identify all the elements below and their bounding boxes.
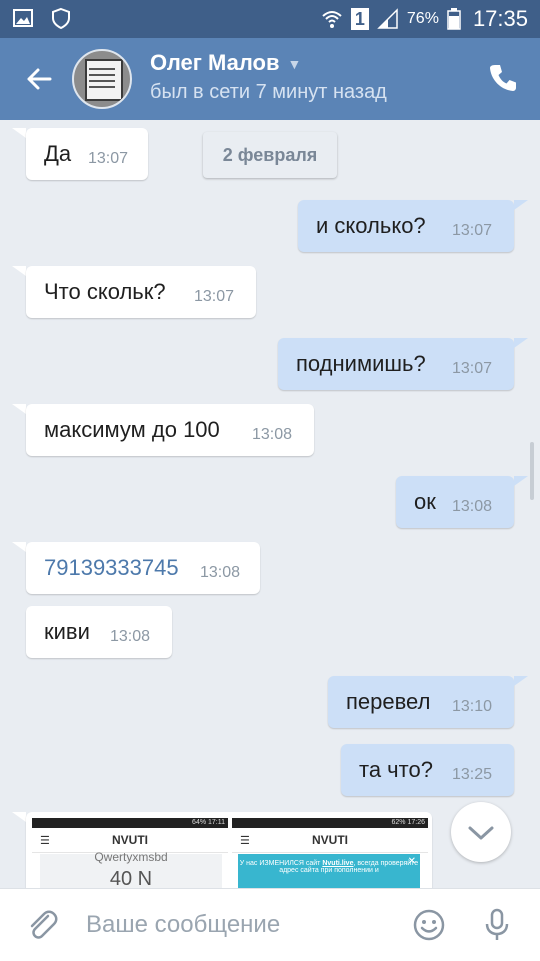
screenshot-thumbnail[interactable]: 64% 17:11 ☰ NVUTI Qwertyxmsbd 40 N — [32, 818, 228, 888]
message-bubble[interactable]: и сколько? 13:07 — [298, 200, 514, 252]
message-time: 13:07 — [452, 222, 493, 239]
message-time: 13:08 — [200, 564, 241, 581]
thumb-status: 62% 17:26 — [232, 818, 428, 828]
message-text: поднимишь? — [296, 351, 426, 376]
message-text: Да — [44, 141, 72, 166]
thumb-status: 64% 17:11 — [32, 818, 228, 828]
sim-slot-badge: 1 — [350, 8, 369, 30]
message-bubble[interactable]: 79139333745 13:08 — [26, 542, 260, 594]
attach-icon[interactable] — [24, 907, 60, 943]
message-text: максимум до 100 — [44, 417, 220, 442]
message-bubble[interactable]: перевел 13:10 — [328, 676, 514, 728]
screenshot-thumbnail[interactable]: 62% 17:26 ☰ NVUTI ✕ У нас ИЗМЕНИЛСЯ сайт … — [232, 818, 428, 888]
message-time: 13:08 — [252, 426, 293, 443]
scroll-down-button[interactable] — [451, 802, 511, 862]
status-bar: 1 76% 17:35 — [0, 0, 540, 38]
clock: 17:35 — [472, 6, 528, 31]
message-text: та что? — [359, 757, 433, 782]
thumb-title: NVUTI — [112, 833, 148, 847]
microphone-icon[interactable] — [479, 907, 515, 943]
message-time: 13:25 — [452, 766, 493, 783]
message-time: 13:08 — [452, 498, 493, 515]
chat-header: Олег Малов ▼ был в сети 7 минут назад — [0, 38, 540, 120]
gallery-icon — [13, 9, 33, 27]
close-icon: ✕ — [407, 856, 416, 867]
message-bubble[interactable]: максимум до 100 13:08 — [26, 404, 314, 456]
thumb-notice: ✕ У нас ИЗМЕНИЛСЯ сайт Nvuti.live, всегд… — [238, 854, 420, 888]
message-bubble[interactable]: поднимишь? 13:07 — [278, 338, 514, 390]
message-input[interactable]: Ваше сообщение — [86, 911, 280, 939]
date-separator: 2 февраля — [203, 132, 337, 178]
message-bubble[interactable]: Что скольк? 13:07 — [26, 266, 256, 318]
message-bubble[interactable]: Да 13:07 — [26, 128, 148, 180]
message-list[interactable]: Да 13:07 2 февраля и сколько? 13:07 Что … — [0, 120, 540, 888]
message-time: 13:07 — [452, 360, 493, 377]
message-text: перевел — [346, 689, 431, 714]
message-text: Что скольк? — [44, 279, 166, 304]
smiley-icon[interactable] — [411, 907, 447, 943]
scroll-down-icon — [468, 826, 494, 840]
message-bubble[interactable]: ок 13:08 — [396, 476, 514, 528]
message-time: 13:10 — [452, 698, 493, 715]
message-text: киви — [44, 619, 90, 644]
message-text: и сколько? — [316, 213, 426, 238]
thumb-user: Qwertyxmsbd — [94, 850, 168, 864]
thumb-title: NVUTI — [312, 833, 348, 847]
thumb-amount: 40 N — [109, 868, 153, 888]
message-bubble[interactable]: киви 13:08 — [26, 606, 172, 658]
image-attachment-message[interactable]: 64% 17:11 ☰ NVUTI Qwertyxmsbd 40 N 62% 17… — [26, 812, 432, 888]
battery-icon — [447, 8, 461, 30]
avatar[interactable] — [72, 49, 132, 109]
phone-icon[interactable] — [486, 61, 520, 95]
scrollbar[interactable] — [530, 442, 534, 500]
message-bubble[interactable]: та что? 13:25 — [341, 744, 514, 796]
message-time: 13:07 — [194, 288, 235, 305]
message-text: ок — [414, 489, 436, 514]
contact-name[interactable]: Олег Малов ▼ — [150, 50, 301, 76]
wifi-icon — [322, 11, 342, 28]
phone-number-link[interactable]: 79139333745 — [44, 555, 179, 581]
presence-status: был в сети 7 минут назад — [150, 81, 387, 103]
shield-icon — [52, 7, 70, 29]
message-time: 13:08 — [110, 628, 151, 645]
back-arrow-icon[interactable] — [22, 62, 56, 96]
signal-icon — [377, 8, 398, 29]
message-time: 13:07 — [88, 150, 129, 167]
battery-percent: 76% — [406, 10, 439, 27]
chevron-down-icon[interactable]: ▼ — [288, 56, 302, 72]
composer: Ваше сообщение — [0, 888, 540, 961]
